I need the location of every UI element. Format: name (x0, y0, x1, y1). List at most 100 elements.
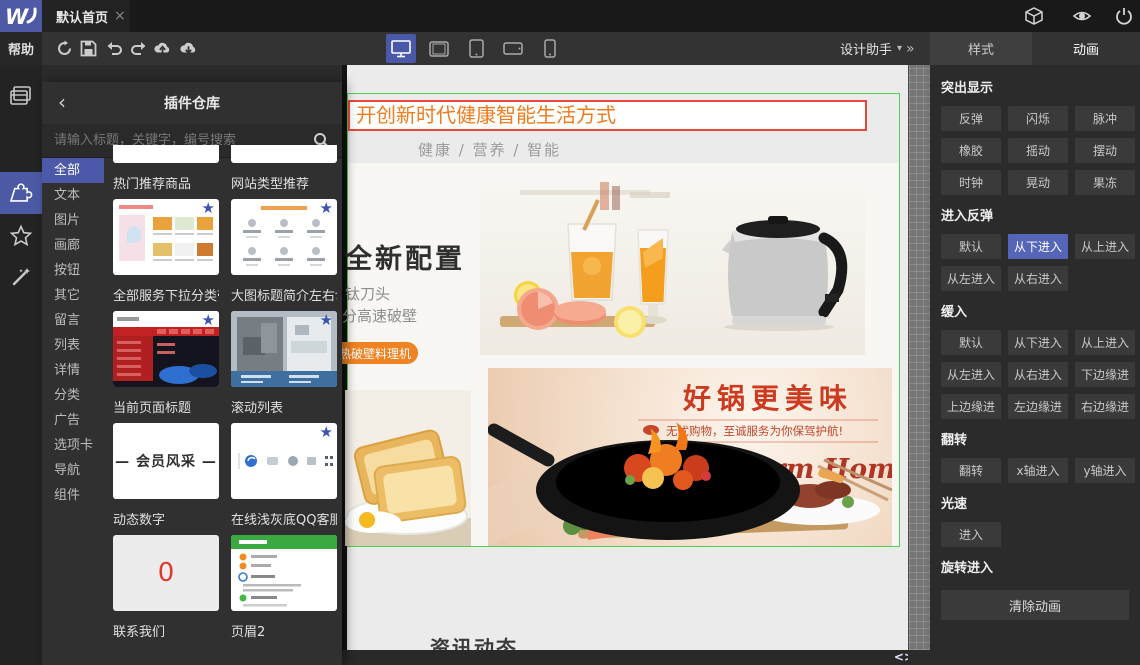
category-nav[interactable]: 导航 (42, 458, 104, 483)
anim-button-selected[interactable]: 从下进入 (1008, 234, 1068, 259)
plugin-item[interactable]: 滚动列表 ★ (231, 401, 337, 499)
category-components[interactable]: 组件 (42, 483, 104, 508)
redo-icon[interactable] (130, 40, 147, 57)
anim-button[interactable]: 摇动 (1008, 138, 1068, 163)
anim-button[interactable]: 从上进入 (1075, 234, 1135, 259)
more-chevron-icon[interactable]: » (906, 32, 915, 65)
plugin-item[interactable]: 页眉2 (231, 625, 337, 647)
star-icon[interactable]: ★ (320, 200, 333, 216)
category-classify[interactable]: 分类 (42, 383, 104, 408)
anim-button[interactable]: 橡胶 (941, 138, 1001, 163)
plugin-thumbnail[interactable]: 0 (113, 535, 219, 611)
plugin-thumbnail[interactable]: ★ (231, 423, 337, 499)
clear-animation-button[interactable]: 清除动画 (941, 590, 1129, 620)
anim-button[interactable]: 从下进入 (1008, 330, 1068, 355)
page-tab[interactable]: 默认首页 × (42, 0, 130, 32)
product-cta-button[interactable]: 热破壁料理机 (342, 342, 418, 364)
anim-button[interactable]: 晃动 (1008, 170, 1068, 195)
device-phone-landscape-button[interactable] (498, 34, 528, 63)
plugin-item[interactable]: 当前页面标题 — 会员风采 — (113, 401, 219, 499)
plugin-item[interactable]: 网站类型推荐 ★ (231, 177, 337, 275)
anim-button[interactable]: 默认 (941, 330, 1001, 355)
wok-banner-image[interactable]: 好锅更美味 无忧购物，至诚服务为你保驾护航! Warm Home (488, 368, 892, 546)
sidebar-item-pages[interactable] (0, 75, 42, 117)
anim-button[interactable]: 进入 (941, 522, 1001, 547)
sidebar-item-plugins[interactable] (0, 172, 42, 214)
kettle-banner-image[interactable] (480, 182, 865, 355)
back-chevron-icon[interactable]: ‹ (58, 90, 66, 114)
anim-button[interactable]: 从右进入 (1008, 362, 1068, 387)
anim-button[interactable]: 翻转 (941, 458, 1001, 483)
product-title[interactable]: 全新配置 (345, 237, 465, 276)
category-detail[interactable]: 详情 (42, 358, 104, 383)
star-icon[interactable]: ★ (202, 200, 215, 216)
plugin-item[interactable]: 在线浅灰底QQ客服 (231, 513, 337, 611)
anim-button[interactable]: 闪烁 (1008, 106, 1068, 131)
plugin-thumbnail[interactable]: ★ (231, 311, 337, 387)
sidebar-item-tools[interactable] (0, 256, 42, 298)
category-gallery[interactable]: 画廊 (42, 233, 104, 258)
undo-icon[interactable] (106, 40, 123, 57)
device-desktop-button[interactable] (386, 34, 416, 63)
device-phone-portrait-button[interactable] (535, 34, 565, 63)
app-logo[interactable]: W (0, 0, 42, 32)
plugin-item[interactable]: 全部服务下拉分类带... ★ (113, 289, 219, 387)
anim-button[interactable]: 上边缘进 (941, 394, 1001, 419)
anim-button[interactable]: 右边缘进 (1075, 394, 1135, 419)
anim-button[interactable]: 下边缘进 (1075, 362, 1135, 387)
save-icon[interactable] (80, 40, 97, 57)
refresh-icon[interactable] (56, 40, 73, 57)
plugin-thumbnail[interactable] (231, 535, 337, 611)
design-canvas[interactable]: 开创新时代健康智能生活方式 健康 / 营养 / 智能 全新配置 钛刀头 分高速破… (342, 65, 908, 665)
sidebar-item-favorites[interactable] (0, 214, 42, 256)
plugin-item[interactable]: 联系我们 (113, 625, 219, 647)
anim-button[interactable]: 从左进入 (941, 362, 1001, 387)
star-icon[interactable]: ★ (320, 312, 333, 328)
category-ads[interactable]: 广告 (42, 408, 104, 433)
anim-button[interactable]: 反弹 (941, 106, 1001, 131)
star-icon[interactable]: ★ (202, 312, 215, 328)
close-icon[interactable]: × (114, 8, 126, 24)
category-button[interactable]: 按钮 (42, 258, 104, 283)
device-tablet-portrait-button[interactable] (461, 34, 491, 63)
category-tabs[interactable]: 选项卡 (42, 433, 104, 458)
plugin-thumbnail-partial[interactable] (113, 145, 219, 163)
power-icon[interactable] (1114, 7, 1134, 25)
anim-button[interactable]: x轴进入 (1008, 458, 1068, 483)
category-image[interactable]: 图片 (42, 208, 104, 233)
device-tablet-landscape-button[interactable] (424, 34, 454, 63)
toast-image[interactable] (345, 390, 471, 546)
anim-button[interactable]: 脉冲 (1075, 106, 1135, 131)
cloud-upload-icon[interactable] (154, 40, 171, 57)
anim-button[interactable]: 从右进入 (1008, 266, 1068, 291)
anim-button[interactable]: 从上进入 (1075, 330, 1135, 355)
category-other[interactable]: 其它 (42, 283, 104, 308)
anim-button[interactable]: 时钟 (941, 170, 1001, 195)
plugin-item[interactable]: 大图标题简介左右切... ★ (231, 289, 337, 387)
help-button[interactable]: 帮助 (0, 32, 42, 65)
anim-button[interactable]: 默认 (941, 234, 1001, 259)
code-icon[interactable]: <> (894, 650, 908, 664)
product-feature-2[interactable]: 分高速破壁 (342, 305, 417, 326)
category-message[interactable]: 留言 (42, 308, 104, 333)
anim-button[interactable]: 果冻 (1075, 170, 1135, 195)
anim-button[interactable]: 摆动 (1075, 138, 1135, 163)
plugin-thumbnail[interactable]: ★ (231, 199, 337, 275)
cloud-download-icon[interactable] (180, 40, 197, 57)
product-feature-1[interactable]: 钛刀头 (345, 283, 390, 304)
cube-icon[interactable] (1024, 7, 1044, 25)
plugin-thumbnail[interactable]: ★ (113, 199, 219, 275)
star-icon[interactable]: ★ (320, 424, 333, 440)
anim-button[interactable]: 从左进入 (941, 266, 1001, 291)
category-text[interactable]: 文本 (42, 183, 104, 208)
anim-button[interactable]: 左边缘进 (1008, 394, 1068, 419)
plugin-thumbnail[interactable]: ★ (113, 311, 219, 387)
plugin-thumbnail-partial[interactable] (231, 145, 337, 163)
plugin-thumbnail[interactable]: — 会员风采 — (113, 423, 219, 499)
canvas-headline[interactable]: 开创新时代健康智能生活方式 (348, 100, 867, 131)
design-assistant-button[interactable]: 设计助手 ▾ (840, 32, 902, 65)
category-list[interactable]: 列表 (42, 333, 104, 358)
canvas-subtitle[interactable]: 健康 / 营养 / 智能 (418, 139, 561, 160)
plugin-item[interactable]: 动态数字 0 (113, 513, 219, 611)
eye-preview-icon[interactable] (1072, 7, 1092, 25)
